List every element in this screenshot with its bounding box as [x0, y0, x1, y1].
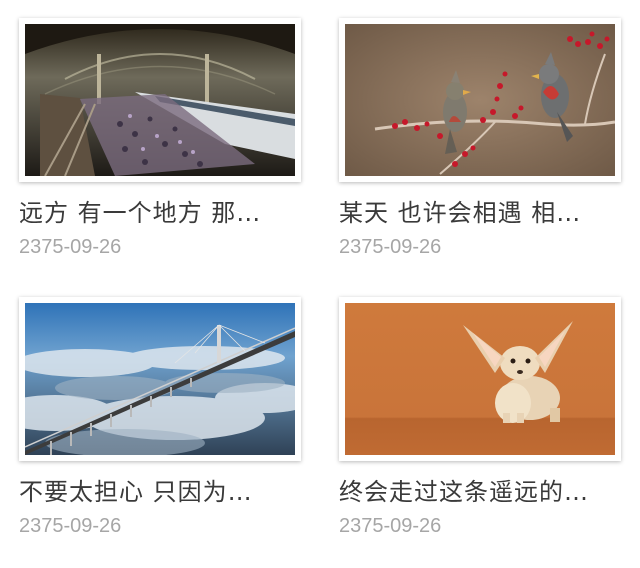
article-date: 2375-09-26	[339, 236, 442, 258]
article-title[interactable]: 不要太担心 只因为…	[19, 477, 299, 507]
article-date: 2375-09-26	[19, 236, 122, 258]
birds-on-branch-photo	[345, 24, 615, 176]
article-card[interactable]: 远方 有一个地方 那… 2375-09-26	[19, 18, 301, 260]
bridge-over-clouds-photo	[25, 303, 295, 455]
article-title[interactable]: 终会走过这条遥远的…	[339, 477, 619, 507]
thumbnail-frame[interactable]	[19, 18, 301, 182]
article-grid: 远方 有一个地方 那… 2375-09-26 某天 也许会相遇 相… 2375-…	[0, 0, 640, 568]
article-date: 2375-09-26	[339, 515, 442, 537]
thumbnail-frame[interactable]	[339, 297, 621, 461]
thumbnail-frame[interactable]	[19, 297, 301, 461]
article-card[interactable]: 终会走过这条遥远的… 2375-09-26	[339, 297, 621, 539]
train-station-photo	[25, 24, 295, 176]
article-card[interactable]: 不要太担心 只因为… 2375-09-26	[19, 297, 301, 539]
thumbnail-frame[interactable]	[339, 18, 621, 182]
article-title[interactable]: 某天 也许会相遇 相…	[339, 198, 619, 228]
fennec-fox-photo	[345, 303, 615, 455]
article-title[interactable]: 远方 有一个地方 那…	[19, 198, 299, 228]
article-date: 2375-09-26	[19, 515, 122, 537]
article-card[interactable]: 某天 也许会相遇 相… 2375-09-26	[339, 18, 621, 260]
